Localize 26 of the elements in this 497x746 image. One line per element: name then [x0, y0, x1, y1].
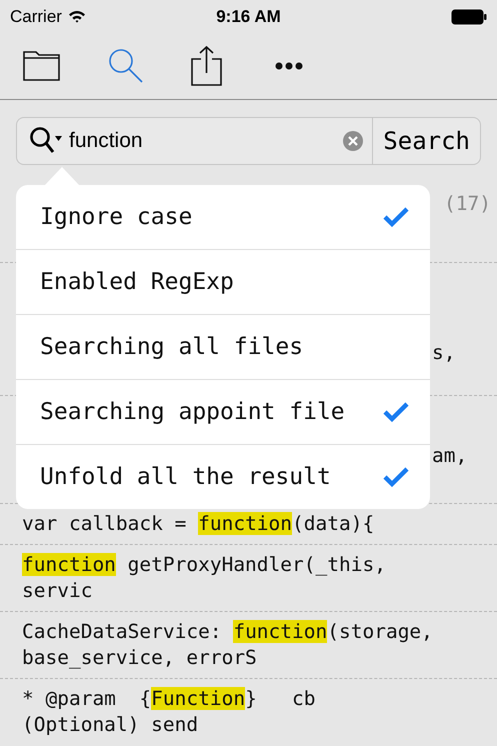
- option-item[interactable]: Unfold all the result: [16, 444, 430, 509]
- result-line[interactable]: s,: [432, 341, 456, 364]
- result-line[interactable]: CacheDataService: function(storage, base_service, errorS: [22, 619, 442, 671]
- search-options-icon[interactable]: [29, 126, 65, 156]
- checkmark-icon: [382, 466, 410, 488]
- battery-icon: [451, 8, 487, 24]
- result-line[interactable]: function getProxyHandler(_this, servic: [22, 552, 442, 604]
- status-time: 9:16 AM: [216, 6, 281, 26]
- checkmark-icon: [382, 206, 410, 228]
- wifi-icon: [68, 10, 86, 23]
- search-field[interactable]: function: [16, 117, 372, 165]
- match-count: (17): [444, 192, 491, 215]
- checkmark-icon: [382, 401, 410, 423]
- option-item[interactable]: Searching appoint file: [16, 379, 430, 444]
- more-icon[interactable]: [274, 61, 304, 71]
- option-item[interactable]: Enabled RegExp: [16, 249, 430, 314]
- search-button[interactable]: Search: [372, 117, 481, 165]
- carrier-label: Carrier: [10, 6, 62, 26]
- folder-icon[interactable]: [22, 49, 62, 83]
- clear-icon[interactable]: [342, 130, 364, 152]
- result-line[interactable]: am,: [432, 444, 468, 467]
- result-line[interactable]: var callback = function(data){: [22, 511, 442, 537]
- option-item[interactable]: Ignore case: [16, 185, 430, 249]
- share-icon[interactable]: [190, 45, 224, 87]
- result-line[interactable]: * @param {Function} cb (Optional) send: [22, 686, 442, 738]
- option-item[interactable]: Searching all files: [16, 314, 430, 379]
